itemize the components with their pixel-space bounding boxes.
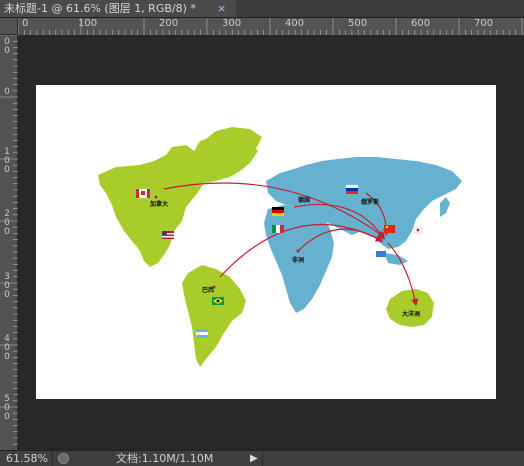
argentina-flag-icon: [196, 329, 208, 338]
vertical-ruler[interactable]: 00 0 100 200 300 400 500: [0, 35, 18, 450]
ruler-top-label: 600: [411, 18, 431, 29]
label-russia: 俄罗斯: [361, 199, 380, 206]
world-map-artwork: [98, 127, 462, 367]
korea-flag-icon: [413, 226, 423, 234]
ruler-origin[interactable]: [0, 18, 18, 35]
china-flag-icon: [384, 225, 395, 233]
document-tab-title: 未标题-1 @ 61.6% (图层 1, RGB/8) *: [4, 2, 196, 15]
canada-flag-icon: [135, 188, 151, 199]
ruler-top-label: 500: [348, 18, 368, 29]
status-divider: [262, 451, 263, 466]
ruler-left-label: 300: [4, 272, 10, 300]
ruler-top-label: 300: [222, 18, 242, 29]
horizontal-ruler[interactable]: 0 100 200 300 400 500 600 700: [18, 18, 524, 36]
document-tab-bar: 未标题-1 @ 61.6% (图层 1, RGB/8) * ×: [0, 0, 524, 18]
document-size-info: 文档:1.10M/1.10M: [116, 452, 214, 465]
islands-shape: [384, 253, 408, 265]
ruler-top-label: 0: [22, 18, 29, 29]
status-info-icon[interactable]: [58, 453, 69, 464]
ruler-left-label: 500: [4, 394, 10, 422]
label-germany: 德国: [298, 197, 311, 204]
bubble-marker-icon: [376, 251, 386, 257]
label-africa: 非洲: [292, 257, 305, 264]
ruler-top-label: 700: [474, 18, 494, 29]
ruler-left-label: 400: [4, 334, 10, 362]
italy-flag-icon: [272, 225, 284, 233]
ruler-left-label: 0: [4, 87, 10, 97]
south-america-shape: [182, 265, 246, 367]
document-canvas[interactable]: 加拿大 德国 俄罗斯 非洲 巴西 大洋洲: [36, 85, 496, 399]
brazil-flag-icon: [212, 297, 224, 305]
ruler-left-label: 100: [4, 147, 10, 175]
germany-flag-icon: [272, 207, 284, 216]
australia-shape: [386, 289, 434, 327]
canvas-pasteboard[interactable]: 加拿大 德国 俄罗斯 非洲 巴西 大洋洲: [18, 35, 524, 450]
vertical-ruler-ticks: [0, 35, 18, 445]
status-divider: [52, 451, 53, 466]
label-australia: 大洋洲: [402, 311, 421, 318]
status-menu-arrow-icon[interactable]: ▶: [250, 452, 258, 466]
ruler-left-label: 00: [4, 37, 10, 56]
russia-flag-icon: [345, 184, 359, 194]
document-tab[interactable]: 未标题-1 @ 61.6% (图层 1, RGB/8) * ×: [0, 0, 236, 17]
label-canada: 加拿大: [150, 201, 169, 208]
japan-shape: [440, 197, 450, 217]
ruler-left-label: 200: [4, 209, 10, 237]
close-tab-icon[interactable]: ×: [217, 0, 226, 17]
ruler-top-label: 100: [78, 18, 98, 29]
label-brazil: 巴西: [202, 287, 215, 294]
status-bar: 61.58% 文档:1.10M/1.10M ▶: [0, 450, 524, 466]
zoom-level[interactable]: 61.58%: [6, 452, 48, 466]
usa-flag-icon: [162, 231, 174, 239]
ruler-top-label: 400: [285, 18, 305, 29]
ruler-top-label: 200: [159, 18, 179, 29]
